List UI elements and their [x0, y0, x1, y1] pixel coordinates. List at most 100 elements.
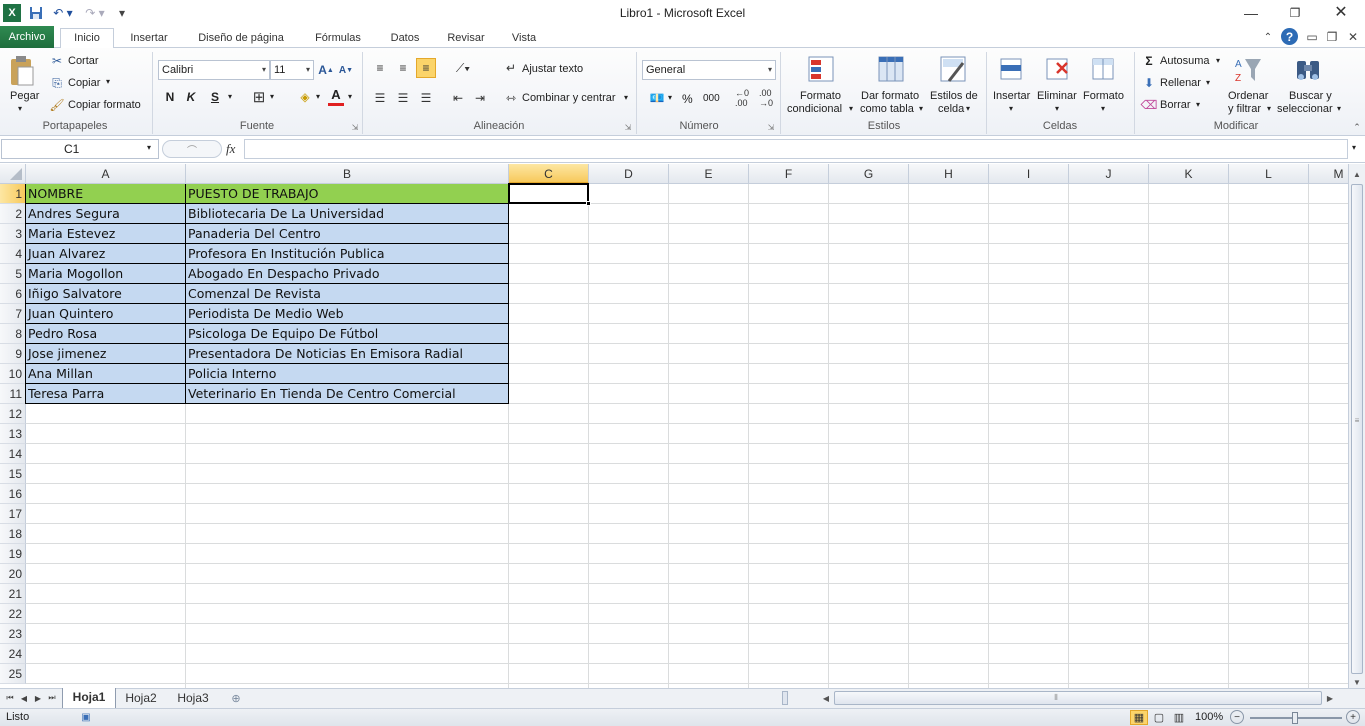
row-header-8[interactable]: 8: [0, 324, 26, 344]
align-middle-icon[interactable]: ≡: [395, 60, 411, 76]
insert-cells-button[interactable]: Insertar: [993, 90, 1030, 102]
select-all-corner[interactable]: [0, 164, 26, 184]
column-header-C[interactable]: C: [509, 164, 589, 184]
macro-record-icon[interactable]: ▣: [78, 710, 94, 724]
name-box[interactable]: C1: [1, 139, 159, 159]
row-header-18[interactable]: 18: [0, 524, 26, 544]
column-header-D[interactable]: D: [589, 164, 669, 184]
row-header-7[interactable]: 7: [0, 304, 26, 324]
number-format-select[interactable]: General ▾: [642, 60, 776, 80]
first-sheet-icon[interactable]: ⏮: [4, 692, 16, 704]
sheet-tab-hoja3[interactable]: Hoja3: [170, 689, 216, 708]
table-cell[interactable]: Presentadora De Noticias En Emisora Radi…: [186, 344, 509, 364]
tab-inicio[interactable]: Inicio: [60, 28, 114, 48]
row-header-4[interactable]: 4: [0, 244, 26, 264]
close-icon[interactable]: ✕: [1326, 4, 1356, 22]
table-cell[interactable]: Jose jimenez: [26, 344, 186, 364]
insert-dropdown-icon[interactable]: ▾: [1009, 104, 1013, 113]
page-break-view-icon[interactable]: ▥: [1170, 710, 1188, 725]
copy-dropdown-icon[interactable]: ▾: [106, 77, 110, 86]
row-header-15[interactable]: 15: [0, 464, 26, 484]
column-header-M[interactable]: M: [1309, 164, 1348, 184]
column-header-E[interactable]: E: [669, 164, 749, 184]
shrink-font-icon[interactable]: A ▼: [338, 61, 354, 79]
table-header-cell[interactable]: PUESTO DE TRABAJO: [186, 184, 509, 204]
row-header-6[interactable]: 6: [0, 284, 26, 304]
table-cell[interactable]: Psicologa De Equipo De Fútbol: [186, 324, 509, 344]
table-cell[interactable]: Panaderia Del Centro: [186, 224, 509, 244]
paste-button[interactable]: Pegar: [10, 90, 39, 102]
align-center-icon[interactable]: ☰: [395, 90, 411, 106]
formula-input[interactable]: [244, 139, 1348, 159]
zoom-level[interactable]: 100%: [1195, 711, 1223, 723]
row-header-23[interactable]: 23: [0, 624, 26, 644]
decrease-decimal-icon[interactable]: .00 →0: [756, 88, 776, 108]
column-header-B[interactable]: B: [186, 164, 509, 184]
doc-minimize-icon[interactable]: ▭: [1305, 30, 1319, 44]
row-header-3[interactable]: 3: [0, 224, 26, 244]
decrease-indent-icon[interactable]: ⇤: [450, 90, 466, 106]
align-bottom-icon[interactable]: ≡: [416, 58, 436, 78]
paste-dropdown-icon[interactable]: ▾: [18, 104, 22, 113]
row-header-21[interactable]: 21: [0, 584, 26, 604]
autosum-dropdown-icon[interactable]: ▾: [1216, 56, 1220, 65]
format-dropdown-icon[interactable]: ▾: [1101, 104, 1105, 113]
font-color-icon[interactable]: A: [328, 86, 344, 106]
last-sheet-icon[interactable]: ⏭: [46, 692, 58, 704]
tab-revisar[interactable]: Revisar: [438, 29, 494, 48]
delete-cells-button[interactable]: Eliminar: [1037, 90, 1077, 102]
tab-archivo[interactable]: Archivo: [0, 26, 54, 48]
tab-formulas[interactable]: Fórmulas: [306, 29, 370, 48]
font-color-dropdown-icon[interactable]: ▾: [348, 92, 352, 101]
fill-button[interactable]: Rellenar: [1160, 77, 1201, 89]
table-cell[interactable]: Policia Interno: [186, 364, 509, 384]
table-cell[interactable]: Comenzal De Revista: [186, 284, 509, 304]
column-header-F[interactable]: F: [749, 164, 829, 184]
row-header-22[interactable]: 22: [0, 604, 26, 624]
sheet-tab-hoja2[interactable]: Hoja2: [118, 689, 164, 708]
collapse-ribbon-caret-icon[interactable]: ⌃: [1352, 122, 1362, 132]
row-header-11[interactable]: 11: [0, 384, 26, 404]
column-header-L[interactable]: L: [1229, 164, 1309, 184]
percent-button[interactable]: %: [682, 92, 693, 106]
font-launcher-icon[interactable]: ⇲: [350, 122, 360, 132]
merge-center-button[interactable]: Combinar y centrar: [522, 92, 616, 104]
table-header-cell[interactable]: NOMBRE: [26, 184, 186, 204]
tab-vista[interactable]: Vista: [502, 29, 546, 48]
table-cell[interactable]: Maria Mogollon: [26, 264, 186, 284]
format-cells-button[interactable]: Formato: [1083, 90, 1124, 102]
zoom-slider-thumb[interactable]: [1292, 712, 1298, 724]
paste-icon[interactable]: [8, 54, 36, 88]
formula-expand-handle[interactable]: ⌒: [162, 140, 222, 158]
thousands-button[interactable]: 000: [703, 93, 720, 104]
fill-dropdown-icon[interactable]: ▾: [316, 92, 320, 101]
collapse-ribbon-icon[interactable]: ⌃: [1262, 30, 1274, 44]
column-header-J[interactable]: J: [1069, 164, 1149, 184]
bold-button[interactable]: N: [163, 88, 177, 106]
borders-dropdown-icon[interactable]: ▾: [270, 92, 274, 101]
tab-insertar[interactable]: Insertar: [122, 29, 176, 48]
normal-view-icon[interactable]: ▦: [1130, 710, 1148, 725]
find-select-label-2[interactable]: seleccionar: [1277, 103, 1333, 115]
doc-restore-icon[interactable]: ❐: [1325, 30, 1339, 44]
zoom-out-icon[interactable]: −: [1230, 710, 1244, 724]
table-cell[interactable]: Pedro Rosa: [26, 324, 186, 344]
next-sheet-icon[interactable]: ▶: [32, 692, 44, 704]
alignment-launcher-icon[interactable]: ⇲: [623, 122, 633, 132]
row-header-17[interactable]: 17: [0, 504, 26, 524]
borders-icon[interactable]: ⊞: [250, 88, 268, 106]
cell-styles-label-1[interactable]: Estilos de: [930, 90, 978, 102]
align-left-icon[interactable]: ☰: [372, 90, 388, 106]
row-header-14[interactable]: 14: [0, 444, 26, 464]
underline-button[interactable]: S: [208, 88, 222, 106]
fx-button[interactable]: fx: [226, 141, 235, 157]
row-header-24[interactable]: 24: [0, 644, 26, 664]
zoom-in-icon[interactable]: +: [1346, 710, 1360, 724]
scroll-down-icon[interactable]: ▼: [1351, 676, 1363, 688]
restore-icon[interactable]: ❐: [1280, 4, 1310, 22]
format-as-table-label-2[interactable]: como tabla: [860, 103, 914, 115]
number-launcher-icon[interactable]: ⇲: [766, 122, 776, 132]
sort-filter-label-2[interactable]: y filtrar: [1228, 103, 1261, 115]
underline-dropdown-icon[interactable]: ▾: [228, 92, 232, 101]
vscroll-thumb[interactable]: [1351, 184, 1363, 674]
